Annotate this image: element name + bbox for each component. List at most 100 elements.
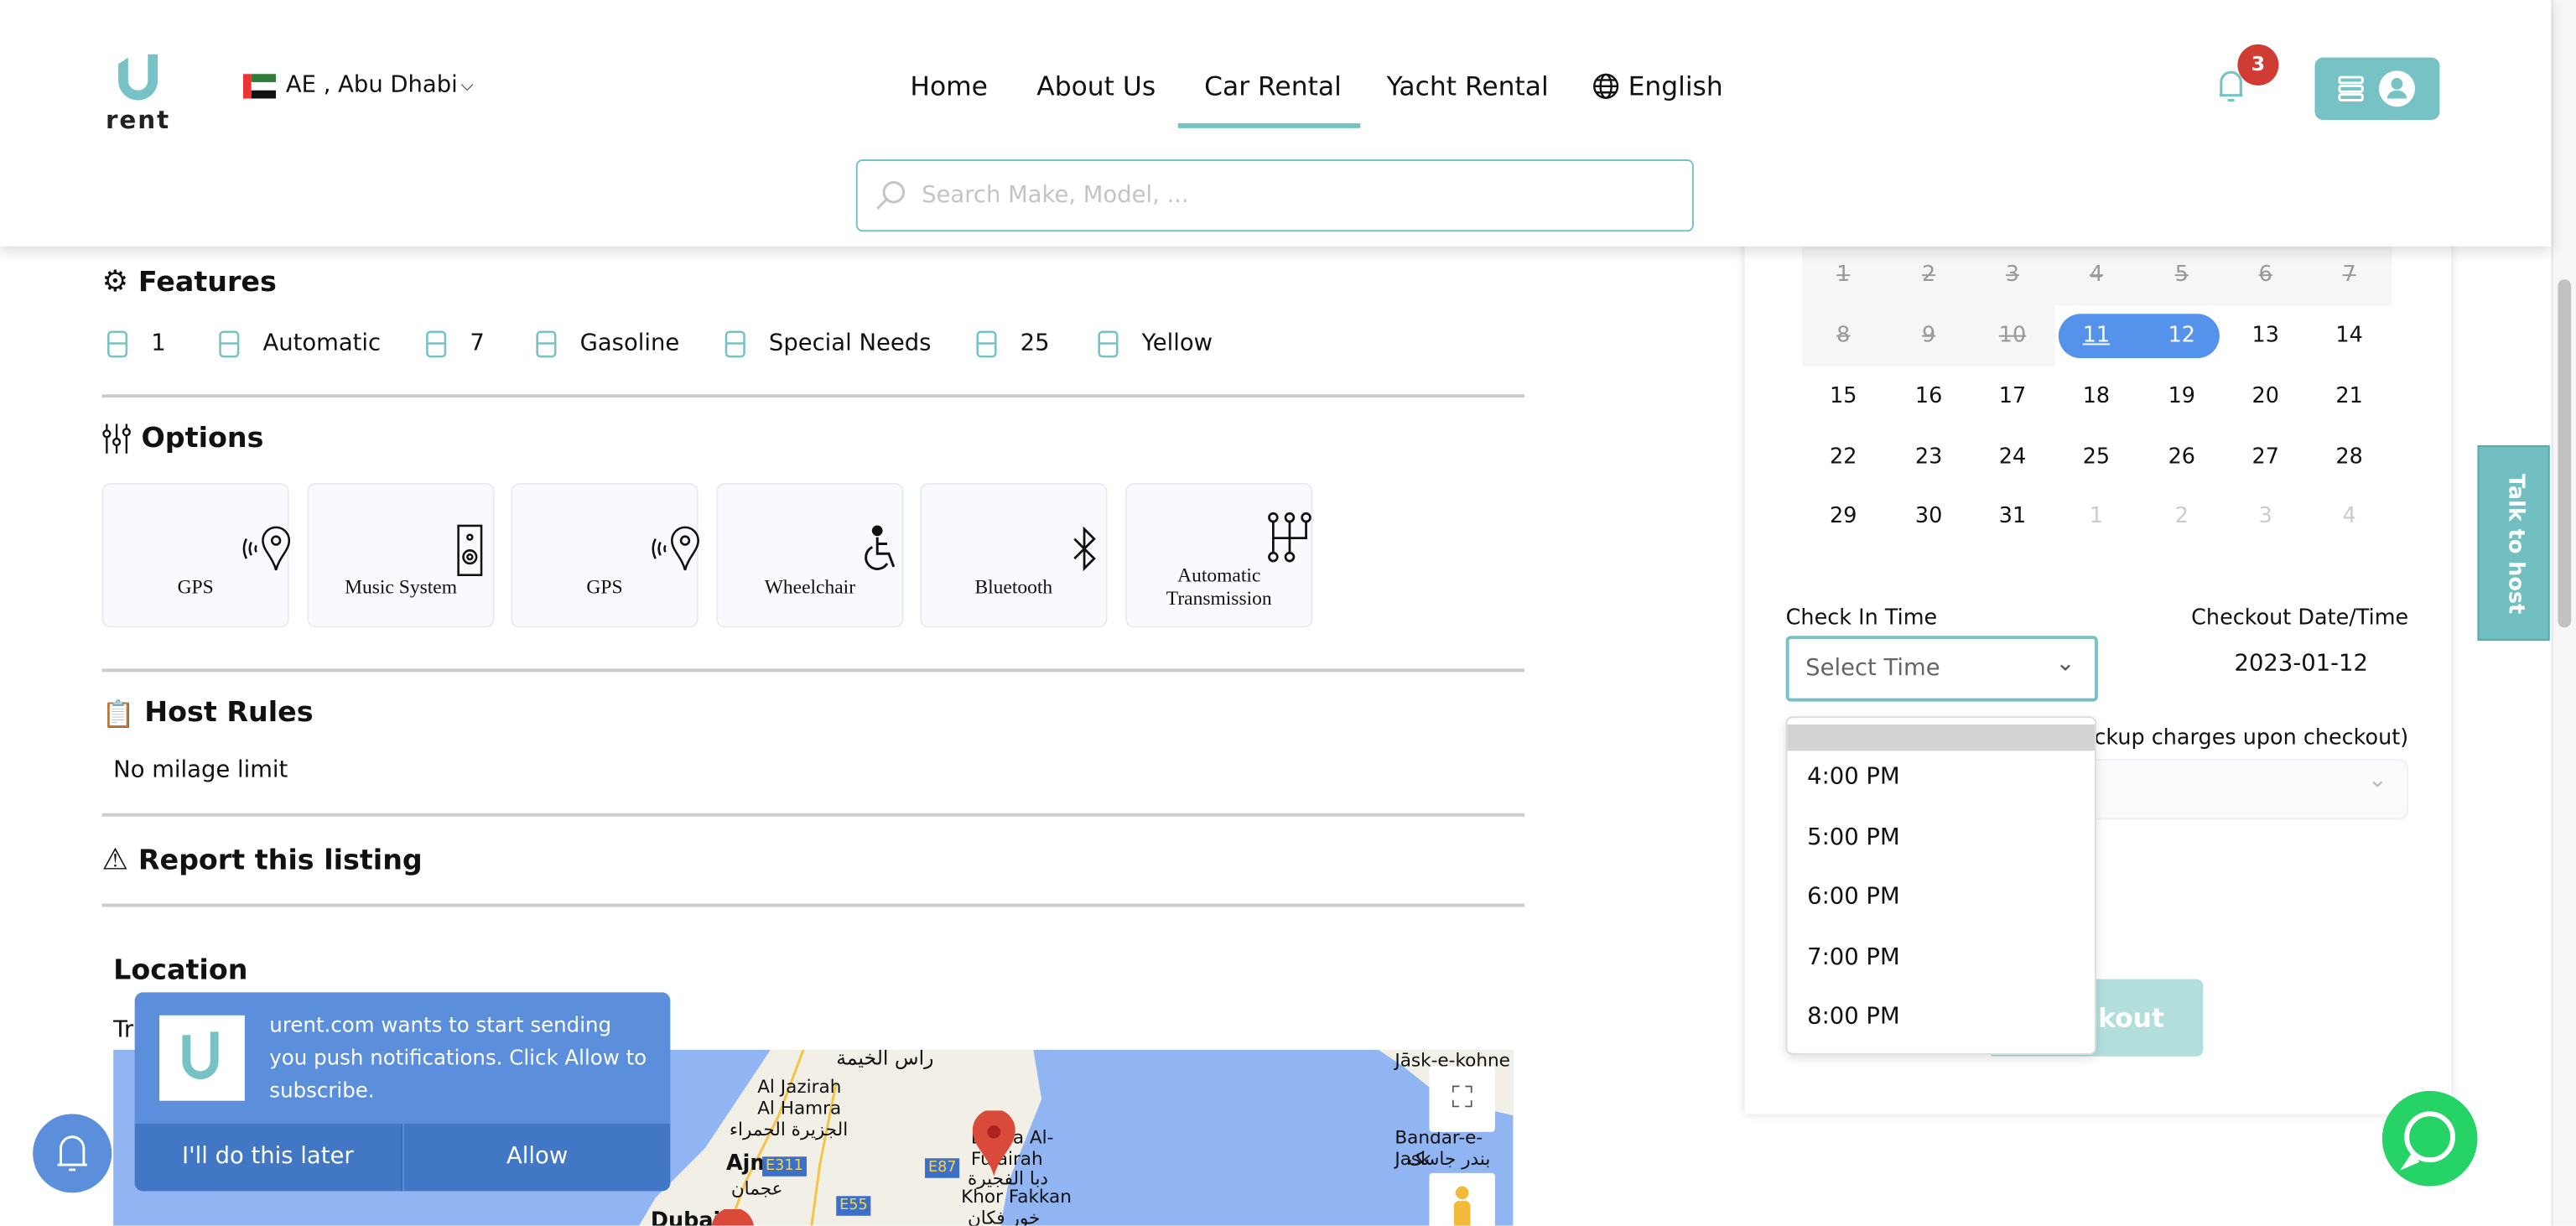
map-label: الجزيرة الحمراء <box>729 1119 849 1140</box>
calendar-day[interactable]: 14 <box>2316 324 2381 348</box>
road-shield: E311 <box>762 1156 807 1177</box>
whatsapp-icon <box>2400 1111 2456 1171</box>
time-dropdown: 4:00 PM 5:00 PM 6:00 PM 7:00 PM 8:00 PM <box>1785 716 2096 1055</box>
pickup-select[interactable]: ⌄ <box>2080 759 2409 820</box>
calendar-day[interactable]: 24 <box>1980 445 2045 470</box>
language-selector[interactable]: English <box>1592 70 1723 101</box>
calendar-day[interactable]: 25 <box>2064 445 2129 470</box>
talk-to-host-tab[interactable]: Talk to host <box>2477 444 2550 642</box>
option-label: Wheelchair <box>764 574 856 599</box>
page-scrollbar[interactable] <box>2551 0 2576 1226</box>
clipboard-icon: 📋 <box>101 697 135 729</box>
calendar-day[interactable]: 19 <box>2149 384 2215 408</box>
map-label: عجمان <box>730 1177 783 1200</box>
calendar-day: 6 <box>2258 262 2272 288</box>
calendar-day[interactable]: 3 <box>2233 504 2298 528</box>
divider <box>101 394 1525 397</box>
road-shield: E87 <box>925 1158 960 1178</box>
chevron-down-icon: ⌵ <box>460 76 474 95</box>
push-notification-prompt: urent.com wants to start sending you pus… <box>134 992 671 1192</box>
checkin-time-select[interactable]: Select Time ⌄ <box>1785 636 2098 702</box>
calendar-day[interactable]: 1 <box>2064 504 2129 528</box>
option-label: GPS <box>177 574 214 599</box>
calendar-day[interactable]: 31 <box>1980 504 2045 528</box>
host-rules-heading: 📋 Host Rules <box>101 697 313 730</box>
scrollbar-thumb[interactable] <box>2558 279 2572 628</box>
calendar-day[interactable]: 28 <box>2316 445 2381 470</box>
whatsapp-button[interactable] <box>2381 1090 2478 1187</box>
push-later-button[interactable]: I'll do this later <box>134 1124 403 1192</box>
map-pin-icon[interactable] <box>972 1110 1015 1177</box>
time-option[interactable]: 8:00 PM <box>1807 1004 1900 1030</box>
map-pin-icon[interactable] <box>711 1208 754 1226</box>
calendar-day[interactable]: 17 <box>1980 384 2045 408</box>
calendar-day: 10 <box>1998 323 2027 349</box>
location-title: Location <box>113 954 248 988</box>
time-option[interactable]: 5:00 PM <box>1807 825 1900 851</box>
time-option[interactable]: 6:00 PM <box>1807 884 1900 910</box>
fullscreen-button[interactable]: ⛶ <box>1429 1066 1495 1132</box>
calendar-day[interactable]: 30 <box>1896 504 1961 528</box>
calendar-day[interactable]: 27 <box>2233 445 2298 470</box>
calendar-day[interactable]: 13 <box>2233 324 2298 348</box>
nav-car-rental[interactable]: Car Rental <box>1204 70 1342 101</box>
door-icon <box>107 330 128 358</box>
urent-logo <box>159 1015 245 1101</box>
calendar-day: 1 <box>1836 262 1851 288</box>
calendar-day[interactable]: 2 <box>2149 504 2215 528</box>
calendar-day[interactable]: 22 <box>1810 445 1876 470</box>
location-selector[interactable]: AE , Abu Dhabi ⌵ <box>242 72 474 99</box>
calendar-day[interactable]: 15 <box>1810 384 1876 408</box>
calendar-day[interactable]: 26 <box>2149 445 2215 470</box>
warning-icon: ⚠ <box>101 843 129 878</box>
map-label: رأس الخيمة <box>836 1049 934 1070</box>
feature-item: Special Needs <box>719 327 931 360</box>
feature-value: Automatic <box>262 330 382 357</box>
street-view-pegman-icon[interactable] <box>1429 1172 1495 1226</box>
checkin-label: Check In Time <box>1785 605 1938 631</box>
divider <box>101 813 1525 816</box>
push-bell-button[interactable] <box>33 1114 112 1193</box>
time-option[interactable]: 4:00 PM <box>1807 764 1900 790</box>
divider <box>101 903 1525 907</box>
option-card: Automatic Transmission <box>1125 483 1313 628</box>
calendar-day[interactable]: 29 <box>1810 504 1876 528</box>
calendar-day[interactable]: 18 <box>2064 384 2129 408</box>
calendar-day[interactable]: 21 <box>2316 384 2381 408</box>
option-card: Wheelchair <box>716 483 904 628</box>
option-label: Music System <box>345 574 457 599</box>
palette-icon <box>1098 330 1119 358</box>
calendar-day[interactable]: 20 <box>2233 384 2298 408</box>
time-option[interactable]: 7:00 PM <box>1807 945 1900 971</box>
logo[interactable]: rent <box>101 54 174 132</box>
calendar-day: 4 <box>2089 262 2104 288</box>
nav-home[interactable]: Home <box>910 70 988 101</box>
calendar-day[interactable]: 16 <box>1896 384 1961 408</box>
calendar-day[interactable]: 23 <box>1896 445 1961 470</box>
nav-about-us[interactable]: About Us <box>1036 70 1156 101</box>
options-title: Options <box>141 422 264 455</box>
nav-yacht-rental[interactable]: Yacht Rental <box>1387 70 1549 101</box>
features-heading: ⚙ Features <box>101 264 276 299</box>
calendar-day: 2 <box>1921 262 1936 288</box>
talk-to-host-label: Talk to host <box>2502 473 2528 615</box>
pickup-charges-label: ickup charges upon checkout) <box>2088 725 2409 751</box>
map-label: Khor Fakkan <box>961 1186 1072 1208</box>
push-allow-button[interactable]: Allow <box>403 1124 671 1192</box>
notification-badge: 3 <box>2237 44 2279 86</box>
map-label: خور فكان <box>967 1208 1041 1226</box>
map-label: بندر جاسک <box>1408 1148 1491 1170</box>
seat-icon <box>976 330 997 358</box>
calendar-day[interactable]: 12 <box>2149 324 2215 348</box>
active-nav-underline <box>1177 122 1361 128</box>
dropdown-empty-option[interactable] <box>1787 725 2095 751</box>
report-listing-link[interactable]: ⚠ Report this listing <box>101 843 422 877</box>
calendar-day[interactable]: 11 <box>2064 324 2129 348</box>
globe-icon <box>1593 73 1619 99</box>
calendar-day[interactable]: 4 <box>2316 504 2381 528</box>
user-menu-button[interactable] <box>2314 57 2440 121</box>
search-input[interactable]: Search Make, Model, ... <box>855 159 1694 232</box>
booking-panel: 1 2 3 4 5 6 7 8 9 10 11 12 13 14 15 16 17 18 19 20 21 22 23 24 2… <box>1744 230 2452 1114</box>
location-label: AE , Abu Dhabi <box>285 72 458 99</box>
push-message: urent.com wants to start sending you pus… <box>269 1011 647 1103</box>
